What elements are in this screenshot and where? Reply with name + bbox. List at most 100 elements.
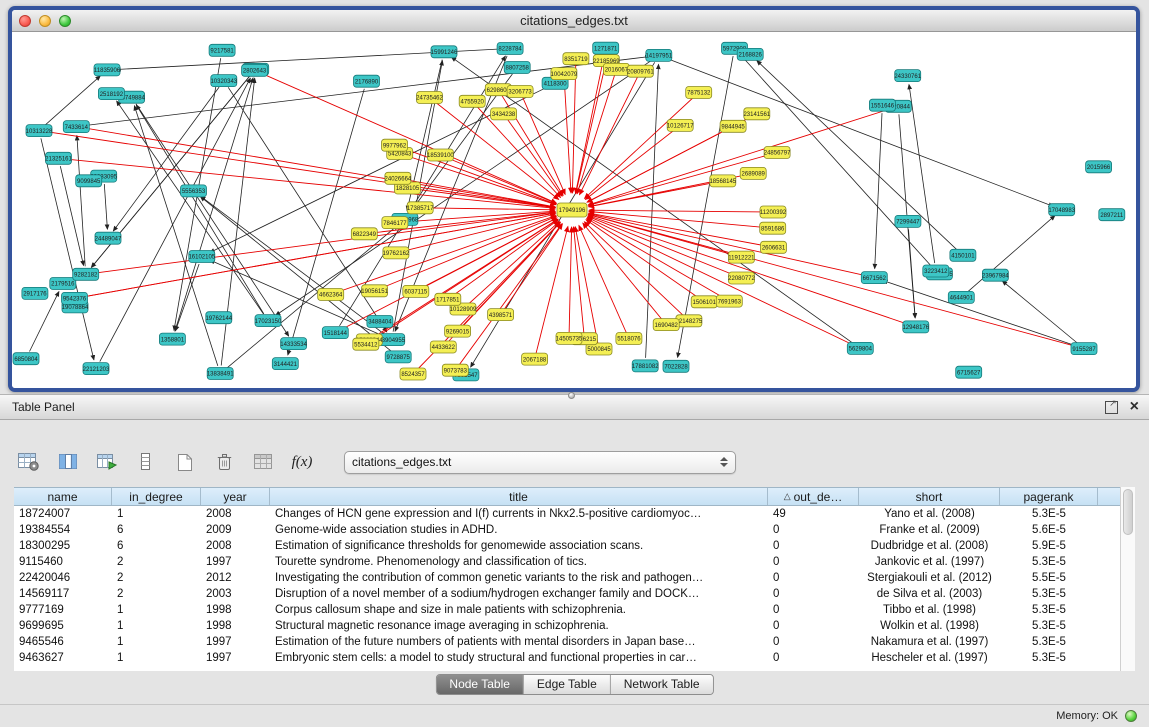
graph-node[interactable]: 2897211: [1099, 209, 1125, 221]
graph-node[interactable]: 4433622: [430, 341, 456, 353]
import-table-button[interactable]: [94, 449, 120, 475]
graph-node[interactable]: 8591686: [760, 222, 786, 234]
graph-node[interactable]: 2176890: [354, 75, 380, 87]
graph-node[interactable]: 2015966: [1086, 161, 1112, 173]
graph-node[interactable]: 1358801: [159, 333, 185, 345]
graph-node[interactable]: 24330761: [894, 70, 921, 82]
table-row[interactable]: 2242004622012Investigating the contribut…: [14, 570, 1135, 586]
graph-node[interactable]: 1690482: [653, 319, 679, 331]
table-row[interactable]: 946554611997Estimation of the future num…: [14, 634, 1135, 650]
column-header-year[interactable]: year: [201, 488, 270, 505]
graph-node[interactable]: 11200392: [760, 206, 787, 218]
graph-node[interactable]: 1506101: [691, 296, 717, 308]
graph-node[interactable]: 19056151: [361, 285, 388, 297]
graph-node[interactable]: 3206773: [507, 86, 533, 98]
table-row[interactable]: 1938455462009Genome-wide association stu…: [14, 522, 1135, 538]
column-header-short[interactable]: short: [859, 488, 1000, 505]
graph-node[interactable]: 8807258: [504, 62, 530, 74]
function-builder-button[interactable]: f(x): [289, 449, 315, 475]
graph-node[interactable]: 1717851: [435, 293, 461, 305]
graph-node[interactable]: 5518076: [616, 333, 642, 345]
graph-node[interactable]: 9728875: [385, 351, 411, 363]
window-titlebar[interactable]: citations_edges.txt: [12, 10, 1136, 32]
graph-node[interactable]: 1271871: [593, 42, 619, 54]
graph-node[interactable]: 9844945: [720, 120, 746, 132]
graph-node[interactable]: 10320343: [210, 75, 237, 87]
delete-table-button[interactable]: [211, 449, 237, 475]
graph-node[interactable]: 6715627: [956, 366, 982, 378]
graph-node[interactable]: 2606631: [761, 241, 787, 253]
graph-node[interactable]: 6037115: [403, 285, 429, 297]
graph-node[interactable]: 24489047: [95, 232, 122, 244]
graph-node[interactable]: 7846177: [382, 217, 408, 229]
graph-node[interactable]: 3488404: [367, 316, 393, 328]
graph-node[interactable]: 2689089: [740, 167, 766, 179]
graph-node[interactable]: 2067188: [522, 353, 548, 365]
scrollbar-thumb[interactable]: [1123, 489, 1133, 535]
graph-node[interactable]: 4398571: [488, 309, 514, 321]
graph-node[interactable]: 18568145: [709, 175, 736, 187]
network-canvas-area[interactable]: 1031322829171761907886423833095217951692…: [12, 32, 1136, 388]
graph-node[interactable]: 8228784: [497, 43, 523, 55]
graph-node[interactable]: 24735462: [416, 92, 443, 104]
graph-node[interactable]: 11912221: [728, 251, 755, 263]
table-settings-button[interactable]: [16, 449, 42, 475]
table-row[interactable]: 911546021997Tourette syndrome. Phenomeno…: [14, 554, 1135, 570]
graph-node[interactable]: 2179516: [50, 278, 76, 290]
table-row[interactable]: 1456911722003Disruption of a novel membe…: [14, 586, 1135, 602]
graph-node[interactable]: 22121203: [83, 363, 110, 375]
graph-hub-node[interactable]: 17949196: [557, 203, 587, 217]
graph-node[interactable]: 24026664: [385, 172, 412, 184]
graph-node[interactable]: 9977962: [382, 139, 408, 151]
graph-node[interactable]: 2802643: [242, 64, 268, 76]
table-row[interactable]: 969969511998Structural magnetic resonanc…: [14, 618, 1135, 634]
graph-node[interactable]: 7299447: [895, 215, 921, 227]
graph-node[interactable]: 3434238: [491, 108, 517, 120]
graph-node[interactable]: 18539100: [427, 149, 454, 161]
column-header-pagerank[interactable]: pagerank: [1000, 488, 1098, 505]
graph-node[interactable]: 4150101: [950, 249, 976, 261]
graph-node[interactable]: 12948176: [902, 321, 929, 333]
graph-node[interactable]: 14197951: [645, 49, 672, 61]
graph-node[interactable]: 2168826: [737, 48, 763, 60]
graph-node[interactable]: 7022828: [663, 360, 689, 372]
column-header-name[interactable]: name: [14, 488, 112, 505]
graph-node[interactable]: 15991246: [431, 46, 458, 58]
graph-node[interactable]: 9155287: [1071, 343, 1097, 355]
graph-node[interactable]: 8524357: [400, 368, 426, 380]
graph-node[interactable]: 2016067: [603, 63, 629, 75]
graph-node[interactable]: 8351719: [563, 53, 589, 65]
graph-node[interactable]: 14333534: [280, 338, 307, 350]
graph-node[interactable]: 9073783: [442, 364, 468, 376]
graph-node[interactable]: 5629804: [847, 342, 873, 354]
column-header-out_de[interactable]: △out_de…: [768, 488, 859, 505]
graph-node[interactable]: 14505735: [556, 332, 583, 344]
graph-node[interactable]: 16102105: [188, 251, 215, 263]
graph-node[interactable]: 9542376: [62, 292, 88, 304]
graph-node[interactable]: 7691963: [716, 295, 742, 307]
show-columns-button[interactable]: [55, 449, 81, 475]
table-vertical-scrollbar[interactable]: [1120, 487, 1135, 671]
graph-node[interactable]: 7433614: [63, 121, 89, 133]
graph-node[interactable]: 17881082: [632, 360, 659, 372]
graph-node[interactable]: 10313228: [26, 125, 53, 137]
graph-node[interactable]: 4662364: [318, 289, 344, 301]
tab-node-table[interactable]: Node Table: [436, 675, 524, 694]
graph-node[interactable]: 4755920: [459, 95, 485, 107]
table-selector-dropdown[interactable]: citations_edges.txt: [344, 451, 736, 474]
graph-node[interactable]: 24856797: [764, 147, 791, 159]
panel-splitter-handle[interactable]: [568, 392, 575, 399]
graph-node[interactable]: 17385717: [407, 202, 434, 214]
graph-node[interactable]: 9282182: [73, 268, 99, 280]
table-row[interactable]: 1830029562008Estimation of significance …: [14, 538, 1135, 554]
tab-edge-table[interactable]: Edge Table: [524, 675, 611, 694]
close-panel-icon[interactable]: ×: [1130, 400, 1139, 414]
column-header-title[interactable]: title: [270, 488, 768, 505]
graph-node[interactable]: 6822349: [351, 228, 377, 240]
graph-node[interactable]: 7875132: [686, 87, 712, 99]
graph-node[interactable]: 20809761: [627, 65, 654, 77]
graph-node[interactable]: 10042079: [551, 68, 578, 80]
graph-node[interactable]: 10126717: [667, 119, 694, 131]
graph-node[interactable]: 17023150: [255, 315, 282, 327]
row-tools-button[interactable]: [133, 449, 159, 475]
